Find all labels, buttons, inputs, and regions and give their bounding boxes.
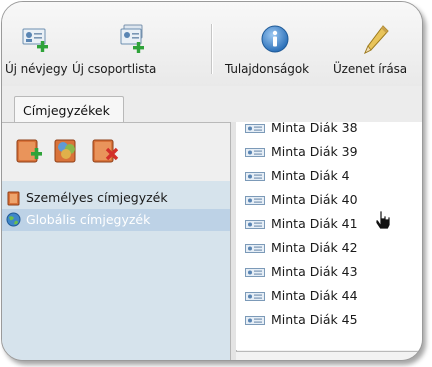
list-item[interactable]: Minta Diák 38 bbox=[236, 122, 422, 139]
list-item[interactable]: Minta Diák 40 bbox=[236, 189, 422, 211]
contact-card-icon bbox=[245, 172, 265, 181]
tree-item-global-label: Globális címjegyzék bbox=[26, 212, 151, 227]
new-group-list-button[interactable]: Új csoportlista bbox=[70, 2, 166, 86]
write-message-label: Üzenet írása bbox=[333, 62, 407, 76]
contact-card-icon bbox=[245, 124, 265, 133]
contact-card-icon bbox=[245, 196, 265, 205]
contact-name: Minta Diák 40 bbox=[271, 192, 358, 207]
contact-card-icon bbox=[245, 268, 265, 277]
write-message-button[interactable]: Üzenet írása bbox=[333, 2, 422, 86]
properties-button[interactable]: Tulajdonságok bbox=[216, 2, 332, 86]
new-contact-label: Új névjegy bbox=[5, 62, 68, 76]
contact-card-icon bbox=[245, 220, 265, 229]
contact-name: Minta Diák 43 bbox=[271, 264, 358, 279]
contact-name: Minta Diák 4 bbox=[271, 168, 350, 183]
tree-item-personal-label: Személyes címjegyzék bbox=[26, 190, 168, 205]
contact-name: Minta Diák 44 bbox=[271, 288, 358, 303]
properties-info-icon bbox=[261, 25, 289, 53]
list-item[interactable]: Minta Diák 45 bbox=[236, 309, 422, 331]
address-book-users-icon[interactable] bbox=[52, 135, 82, 165]
new-contact-button[interactable]: Új névjegy bbox=[2, 2, 68, 86]
tree-item-global[interactable]: Globális címjegyzék bbox=[2, 209, 230, 231]
delete-address-book-icon[interactable] bbox=[90, 137, 120, 165]
contact-card-icon bbox=[245, 316, 265, 325]
tab-address-books-label: Címjegyzékek bbox=[23, 103, 110, 118]
write-message-pencil-icon bbox=[364, 25, 389, 55]
new-group-list-icon bbox=[120, 24, 144, 53]
tab-address-books[interactable]: Címjegyzékek bbox=[14, 96, 124, 123]
contact-name: Minta Diák 45 bbox=[271, 312, 358, 327]
contact-detail-panel-edge bbox=[236, 351, 422, 360]
add-address-book-icon[interactable] bbox=[14, 137, 44, 165]
contact-name: Minta Diák 39 bbox=[271, 144, 358, 159]
list-item[interactable]: Minta Diák 39 bbox=[236, 141, 422, 163]
toolbar-separator bbox=[211, 24, 213, 74]
new-group-list-label: Új csoportlista bbox=[72, 62, 157, 76]
tab-bar: Címjegyzékek bbox=[2, 86, 422, 123]
contact-list: Minta Diák 38 Minta Diák 39 Minta Diák 4… bbox=[236, 122, 422, 350]
list-item[interactable]: Minta Diák 4 bbox=[236, 165, 422, 187]
new-contact-icon bbox=[22, 28, 48, 52]
contact-card-icon bbox=[245, 244, 265, 253]
list-item[interactable]: Minta Diák 43 bbox=[236, 261, 422, 283]
contact-card-icon bbox=[245, 148, 265, 157]
list-item[interactable]: Minta Diák 44 bbox=[236, 285, 422, 307]
properties-label: Tulajdonságok bbox=[225, 62, 309, 76]
contact-name: Minta Diák 42 bbox=[271, 240, 358, 255]
contact-name: Minta Diák 41 bbox=[271, 216, 358, 231]
address-book-tree: Személyes címjegyzék Globális címjegyzék bbox=[2, 181, 230, 360]
contact-card-icon bbox=[245, 292, 265, 301]
contact-name: Minta Diák 38 bbox=[271, 122, 358, 135]
toolbar: Új névjegy Új csoportlista Tulajdonságok… bbox=[2, 2, 422, 87]
hand-cursor-icon bbox=[375, 210, 391, 230]
personal-book-icon bbox=[7, 191, 20, 206]
address-book-actions bbox=[2, 122, 230, 182]
tree-item-personal[interactable]: Személyes címjegyzék bbox=[2, 187, 230, 209]
address-book-window: Új névjegy Új csoportlista Tulajdonságok… bbox=[1, 1, 423, 361]
list-item[interactable]: Minta Diák 42 bbox=[236, 237, 422, 259]
list-item[interactable]: Minta Diák 41 bbox=[236, 213, 422, 235]
globe-icon bbox=[6, 212, 21, 227]
